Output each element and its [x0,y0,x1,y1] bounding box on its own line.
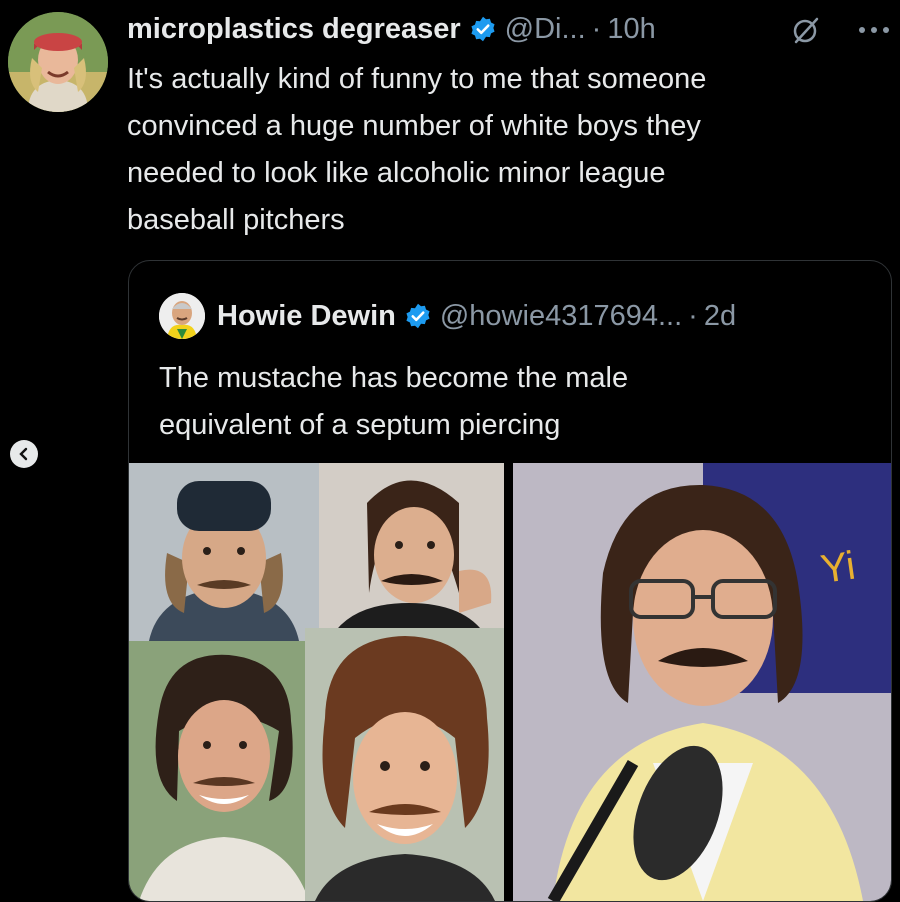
tweet-timestamp[interactable]: 10h [607,13,655,46]
quoted-tweet[interactable]: Howie Dewin @howie4317694... · 2d The mu… [128,260,892,902]
prev-arrow-icon [19,447,28,461]
grok-icon[interactable] [790,14,822,46]
more-icon[interactable] [854,18,894,42]
separator-dot: · [591,12,602,45]
quoted-tweet-timestamp[interactable]: 2d [704,300,736,333]
tweet-text-line: It's actually kind of funny to me that s… [127,63,707,95]
quoted-tweet-media[interactable]: Yi [129,463,891,901]
quoted-tweet-header: Howie Dewin @howie4317694... · 2d [159,291,736,341]
separator-dot: · [688,299,698,332]
tweet-text-line: needed to look like alcoholic minor leag… [127,157,666,189]
tweet-text: It's actually kind of funny to me that s… [127,56,887,244]
quoted-text-line: equivalent of a septum piercing [159,409,561,441]
author-handle[interactable]: @Di... [505,13,586,46]
verified-badge-icon [471,16,495,42]
quoted-author-display-name[interactable]: Howie Dewin [217,300,396,333]
svg-text:Yi: Yi [818,544,858,592]
tweet-text-line: baseball pitchers [127,204,345,236]
prev-media-button[interactable] [10,440,38,468]
quoted-author-handle[interactable]: @howie4317694... [440,300,682,333]
quoted-author-avatar[interactable] [159,293,205,339]
podcaster-photo[interactable]: Yi [513,463,891,901]
quoted-text-line: The mustache has become the male [159,362,629,394]
author-display-name[interactable]: microplastics degreaser [127,13,461,46]
collage-photo-curly-man[interactable] [129,641,319,901]
quoted-tweet-text: The mustache has become the male equival… [159,355,879,449]
tweet-text-line: convinced a huge number of white boys th… [127,110,701,142]
tweet-header: microplastics degreaser @Di... · 10h [127,6,656,52]
author-avatar[interactable] [8,12,108,112]
collage-photo-beanie-man[interactable] [129,463,319,641]
collage-photo-mullet-man[interactable] [319,463,504,641]
verified-badge-icon [406,303,430,329]
collage-photo-bushy-hair-man[interactable] [305,628,504,901]
